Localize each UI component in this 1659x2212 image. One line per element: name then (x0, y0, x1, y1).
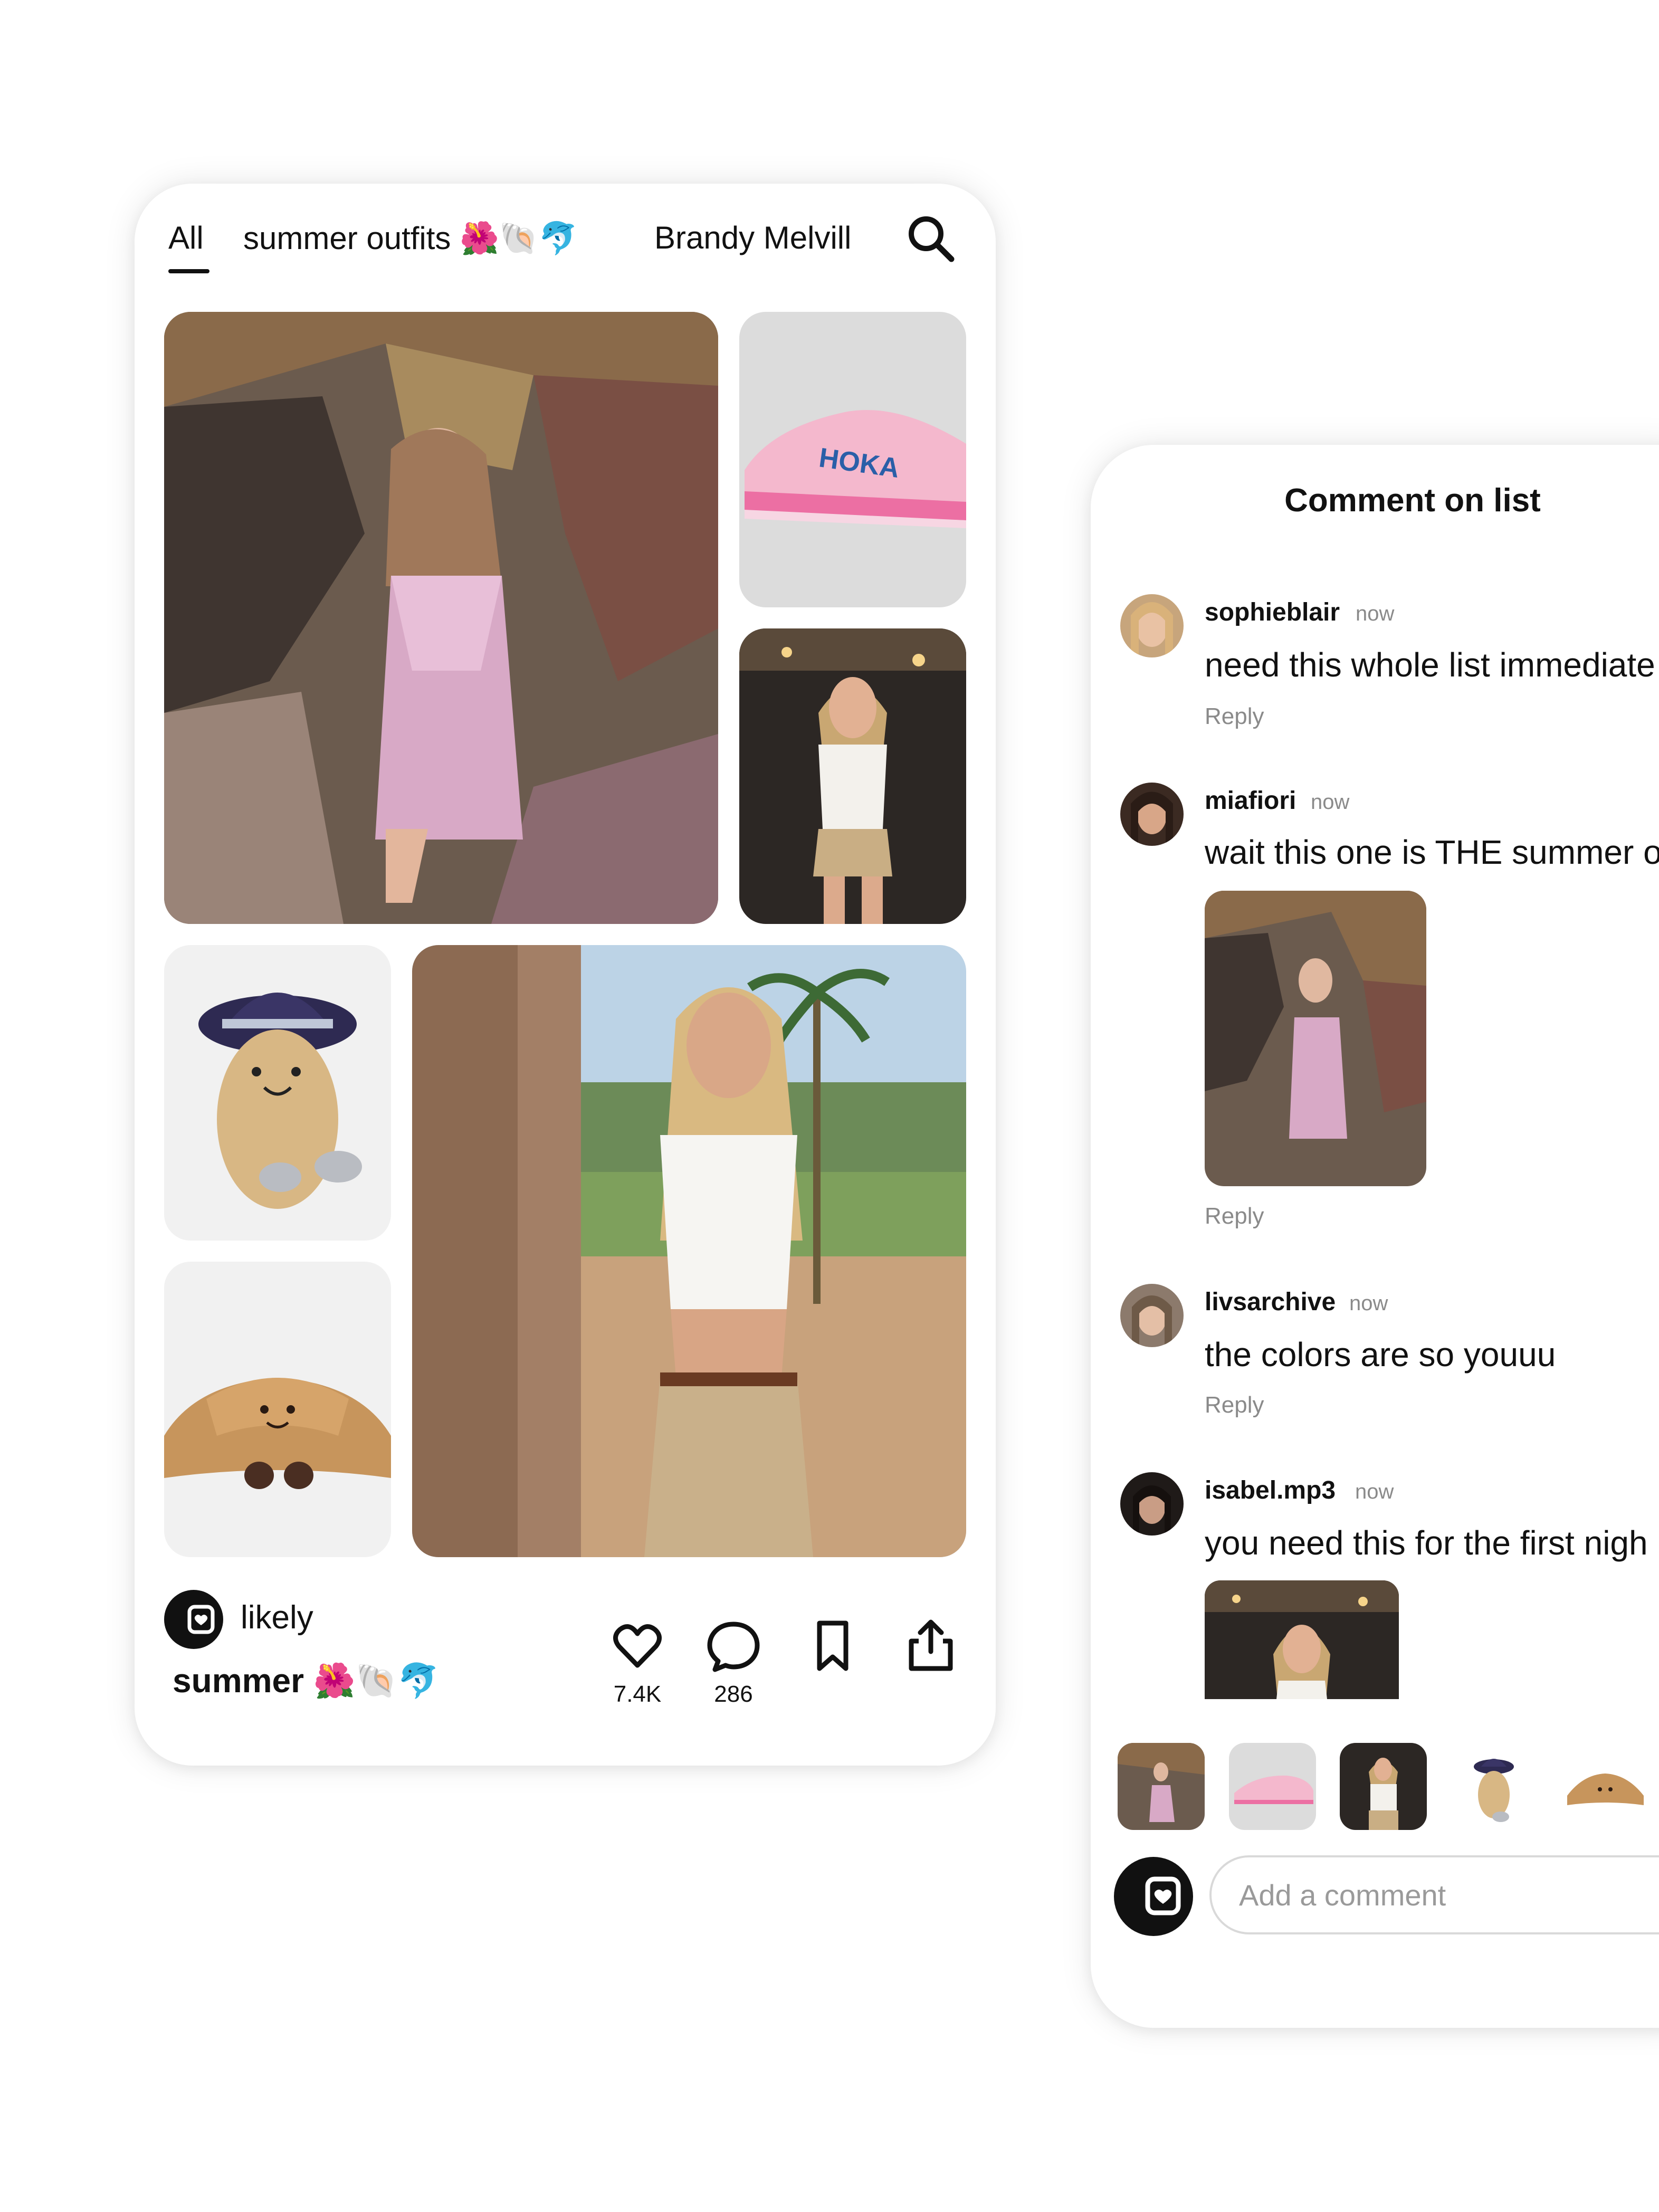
comment-text: wait this one is THE summer o (1205, 833, 1659, 871)
share-icon[interactable] (902, 1617, 960, 1675)
comment-attached-photo[interactable] (1205, 891, 1426, 1186)
bookmark-icon[interactable] (804, 1617, 862, 1675)
tab-brandy-melvill[interactable]: Brandy Melvill (654, 220, 851, 256)
outfit-photo-white-tank-skirt[interactable] (412, 945, 966, 1557)
reply-button[interactable]: Reply (1205, 1392, 1264, 1418)
thumbnail-peanut-plush[interactable] (1451, 1743, 1538, 1830)
avatar[interactable] (1120, 783, 1184, 846)
thumbnail-croissant-plush[interactable] (1562, 1743, 1649, 1830)
active-tab-indicator (168, 269, 209, 273)
comment-input-field[interactable] (1209, 1855, 1659, 1934)
list-title: summer 🌺🐚🐬 (173, 1662, 440, 1700)
comment-text: need this whole list immediate (1205, 646, 1655, 684)
search-icon[interactable] (904, 212, 957, 264)
brand-name[interactable]: likely (241, 1599, 313, 1636)
thumbnail-white-tank[interactable] (1340, 1743, 1427, 1830)
comment-input[interactable] (1238, 1877, 1659, 1913)
product-photo-peanut-plush[interactable] (164, 945, 391, 1241)
thumbnail-outfit-photo[interactable] (1118, 1743, 1205, 1830)
list-feed-card: All summer outfits 🌺🐚🐬 Brandy Melvill HO… (135, 184, 996, 1766)
product-photo-croissant-plush[interactable] (164, 1262, 391, 1557)
reply-button[interactable]: Reply (1205, 703, 1264, 730)
comment-time: now (1349, 1292, 1388, 1315)
thumbnail-sneaker[interactable] (1229, 1743, 1316, 1830)
comments-panel: Comment on list sophieblair now need thi… (1091, 445, 1659, 2028)
comment-text: the colors are so youuu (1205, 1336, 1556, 1374)
comment-username[interactable]: isabel.mp3 (1205, 1476, 1336, 1505)
comment-bubble-icon[interactable] (704, 1617, 762, 1675)
comment-username[interactable]: miafiori (1205, 786, 1296, 815)
like-count: 7.4K (613, 1681, 662, 1707)
outfit-photo-white-tank[interactable] (739, 628, 966, 924)
outfit-photo-pink-dress[interactable] (164, 312, 718, 924)
comment-time: now (1355, 1480, 1394, 1503)
comment-time: now (1356, 602, 1395, 625)
avatar[interactable] (1120, 1284, 1184, 1347)
heart-icon[interactable] (608, 1617, 666, 1675)
tab-summer-outfits[interactable]: summer outfits 🌺🐚🐬 (243, 220, 578, 257)
likely-logo-icon[interactable] (164, 1590, 223, 1649)
comment-text: you need this for the first nigh (1205, 1524, 1648, 1562)
likely-logo-icon (1114, 1857, 1193, 1936)
reply-button[interactable]: Reply (1205, 1203, 1264, 1229)
avatar[interactable] (1120, 594, 1184, 657)
panel-title: Comment on list (1284, 482, 1541, 519)
comment-username[interactable]: livsarchive (1205, 1288, 1336, 1317)
product-photo-sneaker[interactable]: HOKA (739, 312, 966, 607)
tab-all[interactable]: All (168, 220, 204, 256)
comment-count: 286 (714, 1681, 753, 1707)
comment-attached-photo[interactable] (1205, 1580, 1399, 1699)
avatar[interactable] (1120, 1472, 1184, 1536)
comment-username[interactable]: sophieblair (1205, 598, 1340, 627)
comment-time: now (1311, 790, 1350, 814)
